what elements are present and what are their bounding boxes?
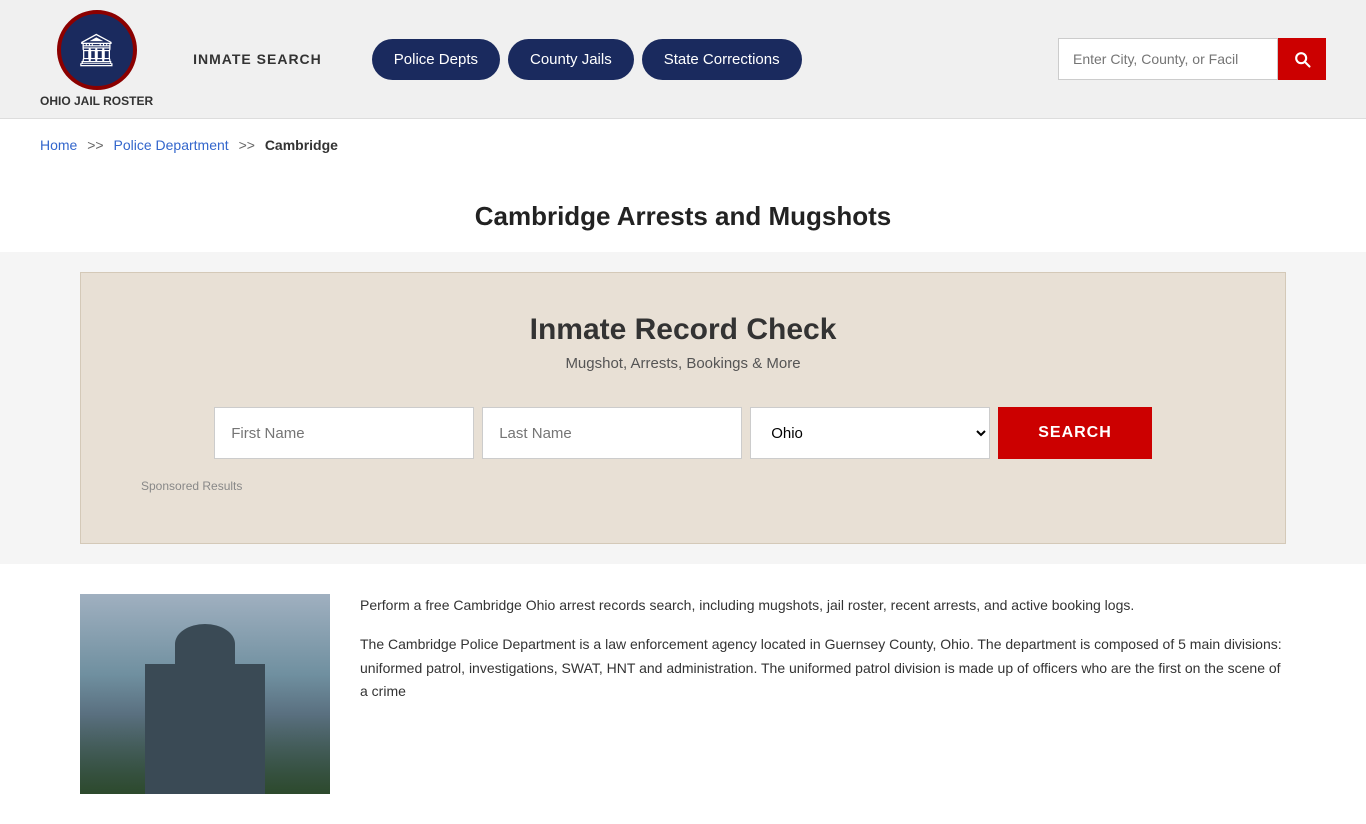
nav-state-corrections[interactable]: State Corrections bbox=[642, 39, 802, 80]
record-check-form: AlabamaAlaskaArizonaArkansasCaliforniaCo… bbox=[141, 407, 1225, 459]
breadcrumb: Home >> Police Department >> Cambridge bbox=[0, 119, 1366, 171]
header-search-input[interactable] bbox=[1058, 38, 1278, 80]
building bbox=[145, 664, 265, 794]
nav-county-jails[interactable]: County Jails bbox=[508, 39, 634, 80]
record-check-box: Inmate Record Check Mugshot, Arrests, Bo… bbox=[80, 272, 1286, 544]
main-nav: Police Depts County Jails State Correcti… bbox=[372, 39, 802, 80]
breadcrumb-home[interactable]: Home bbox=[40, 137, 77, 153]
breadcrumb-sep-2: >> bbox=[239, 137, 255, 153]
sponsored-label: Sponsored Results bbox=[141, 479, 1225, 493]
cambridge-image bbox=[80, 594, 330, 794]
record-check-title: Inmate Record Check bbox=[141, 313, 1225, 347]
site-title: INMATE SEARCH bbox=[193, 51, 322, 67]
record-check-search-button[interactable]: SEARCH bbox=[998, 407, 1152, 459]
content-section: Perform a free Cambridge Ohio arrest rec… bbox=[0, 564, 1366, 824]
building-illustration bbox=[80, 594, 330, 794]
breadcrumb-current: Cambridge bbox=[265, 137, 338, 153]
search-icon bbox=[1292, 49, 1312, 69]
state-select[interactable]: AlabamaAlaskaArizonaArkansasCaliforniaCo… bbox=[750, 407, 990, 459]
record-check-subtitle: Mugshot, Arrests, Bookings & More bbox=[141, 355, 1225, 372]
content-paragraph-2: The Cambridge Police Department is a law… bbox=[360, 633, 1286, 704]
breadcrumb-sep-1: >> bbox=[87, 137, 103, 153]
content-text: Perform a free Cambridge Ohio arrest rec… bbox=[360, 594, 1286, 794]
logo-building-icon: 🏛 bbox=[76, 34, 117, 66]
content-paragraph-1: Perform a free Cambridge Ohio arrest rec… bbox=[360, 594, 1286, 618]
breadcrumb-police-department[interactable]: Police Department bbox=[114, 137, 229, 153]
dome bbox=[175, 624, 235, 664]
first-name-input[interactable] bbox=[214, 407, 474, 459]
logo-text: OHIO JAIL ROSTER bbox=[40, 94, 153, 108]
site-header: 🏛 OHIO JAIL ROSTER INMATE SEARCH Police … bbox=[0, 0, 1366, 119]
page-title-section: Cambridge Arrests and Mugshots bbox=[0, 171, 1366, 252]
header-search-area bbox=[1058, 38, 1326, 80]
nav-police-depts[interactable]: Police Depts bbox=[372, 39, 500, 80]
last-name-input[interactable] bbox=[482, 407, 742, 459]
page-title: Cambridge Arrests and Mugshots bbox=[40, 201, 1326, 232]
logo-circle: 🏛 bbox=[57, 10, 137, 90]
header-search-button[interactable] bbox=[1278, 38, 1326, 80]
logo-link[interactable]: 🏛 OHIO JAIL ROSTER bbox=[40, 10, 153, 108]
